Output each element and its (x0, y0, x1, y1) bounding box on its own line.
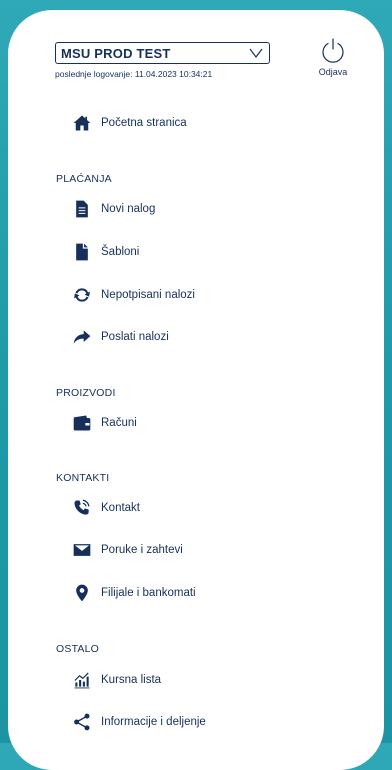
logout-label: Odjava (318, 67, 348, 77)
menu-item-label: Poruke i zahtevi (101, 544, 183, 556)
menu-item-label: Kursna lista (101, 674, 162, 686)
menu-item-home[interactable]: Početna stranica (70, 110, 330, 136)
phone-icon (70, 497, 94, 519)
map-pin-icon (70, 582, 94, 604)
menu-item-branches-atms[interactable]: Filijale i bankomati (70, 580, 330, 606)
menu-item-unsigned-orders[interactable]: Nepotpisani nalozi (70, 282, 330, 308)
profile-select[interactable]: MSU PROD TEST (55, 42, 270, 64)
power-icon (322, 38, 344, 63)
section-title-products: PROIZVODI (56, 387, 116, 399)
envelope-icon (70, 539, 94, 561)
document-icon (70, 198, 94, 220)
menu-item-accounts[interactable]: Računi (70, 410, 330, 436)
menu-item-label: Kontakt (101, 502, 140, 514)
wallet-icon (70, 412, 94, 434)
menu-item-exchange-rates[interactable]: Kursna lista (70, 667, 330, 693)
menu-item-label: Informacije i deljenje (101, 716, 206, 728)
home-icon (70, 112, 94, 134)
last-login-text: poslednje logovanje: 11.04.2023 10:34:21 (55, 69, 213, 79)
template-file-icon (70, 241, 94, 263)
share-nodes-icon (70, 711, 94, 733)
menu-item-templates[interactable]: Šabloni (70, 239, 330, 265)
profile-select-value: MSU PROD TEST (61, 45, 171, 61)
menu-item-messages[interactable]: Poruke i zahtevi (70, 537, 330, 563)
bar-chart-icon (70, 669, 94, 691)
section-title-other: OSTALO (56, 643, 100, 655)
menu-item-label: Filijale i bankomati (101, 587, 196, 599)
section-title-payments: PLAĆANJA (56, 173, 112, 185)
menu-item-label: Poslati nalozi (101, 331, 169, 343)
menu-item-label: Nepotpisani nalozi (101, 289, 195, 301)
menu-item-info-sharing[interactable]: Informacije i deljenje (70, 709, 330, 735)
section-title-contacts: KONTAKTI (56, 472, 110, 484)
menu-item-contact[interactable]: Kontakt (70, 495, 330, 521)
menu-item-new-order[interactable]: Novi nalog (70, 196, 330, 222)
chevron-down-icon (249, 48, 263, 58)
menu-item-label: Novi nalog (101, 203, 156, 215)
menu-item-label: Početna stranica (101, 117, 187, 129)
refresh-icon (70, 284, 94, 306)
menu-item-label: Računi (101, 417, 137, 429)
menu-item-sent-orders[interactable]: Poslati nalozi (70, 324, 330, 350)
share-arrow-icon (70, 326, 94, 348)
logout-button[interactable]: Odjava (310, 36, 356, 86)
menu-item-label: Šabloni (101, 246, 140, 258)
